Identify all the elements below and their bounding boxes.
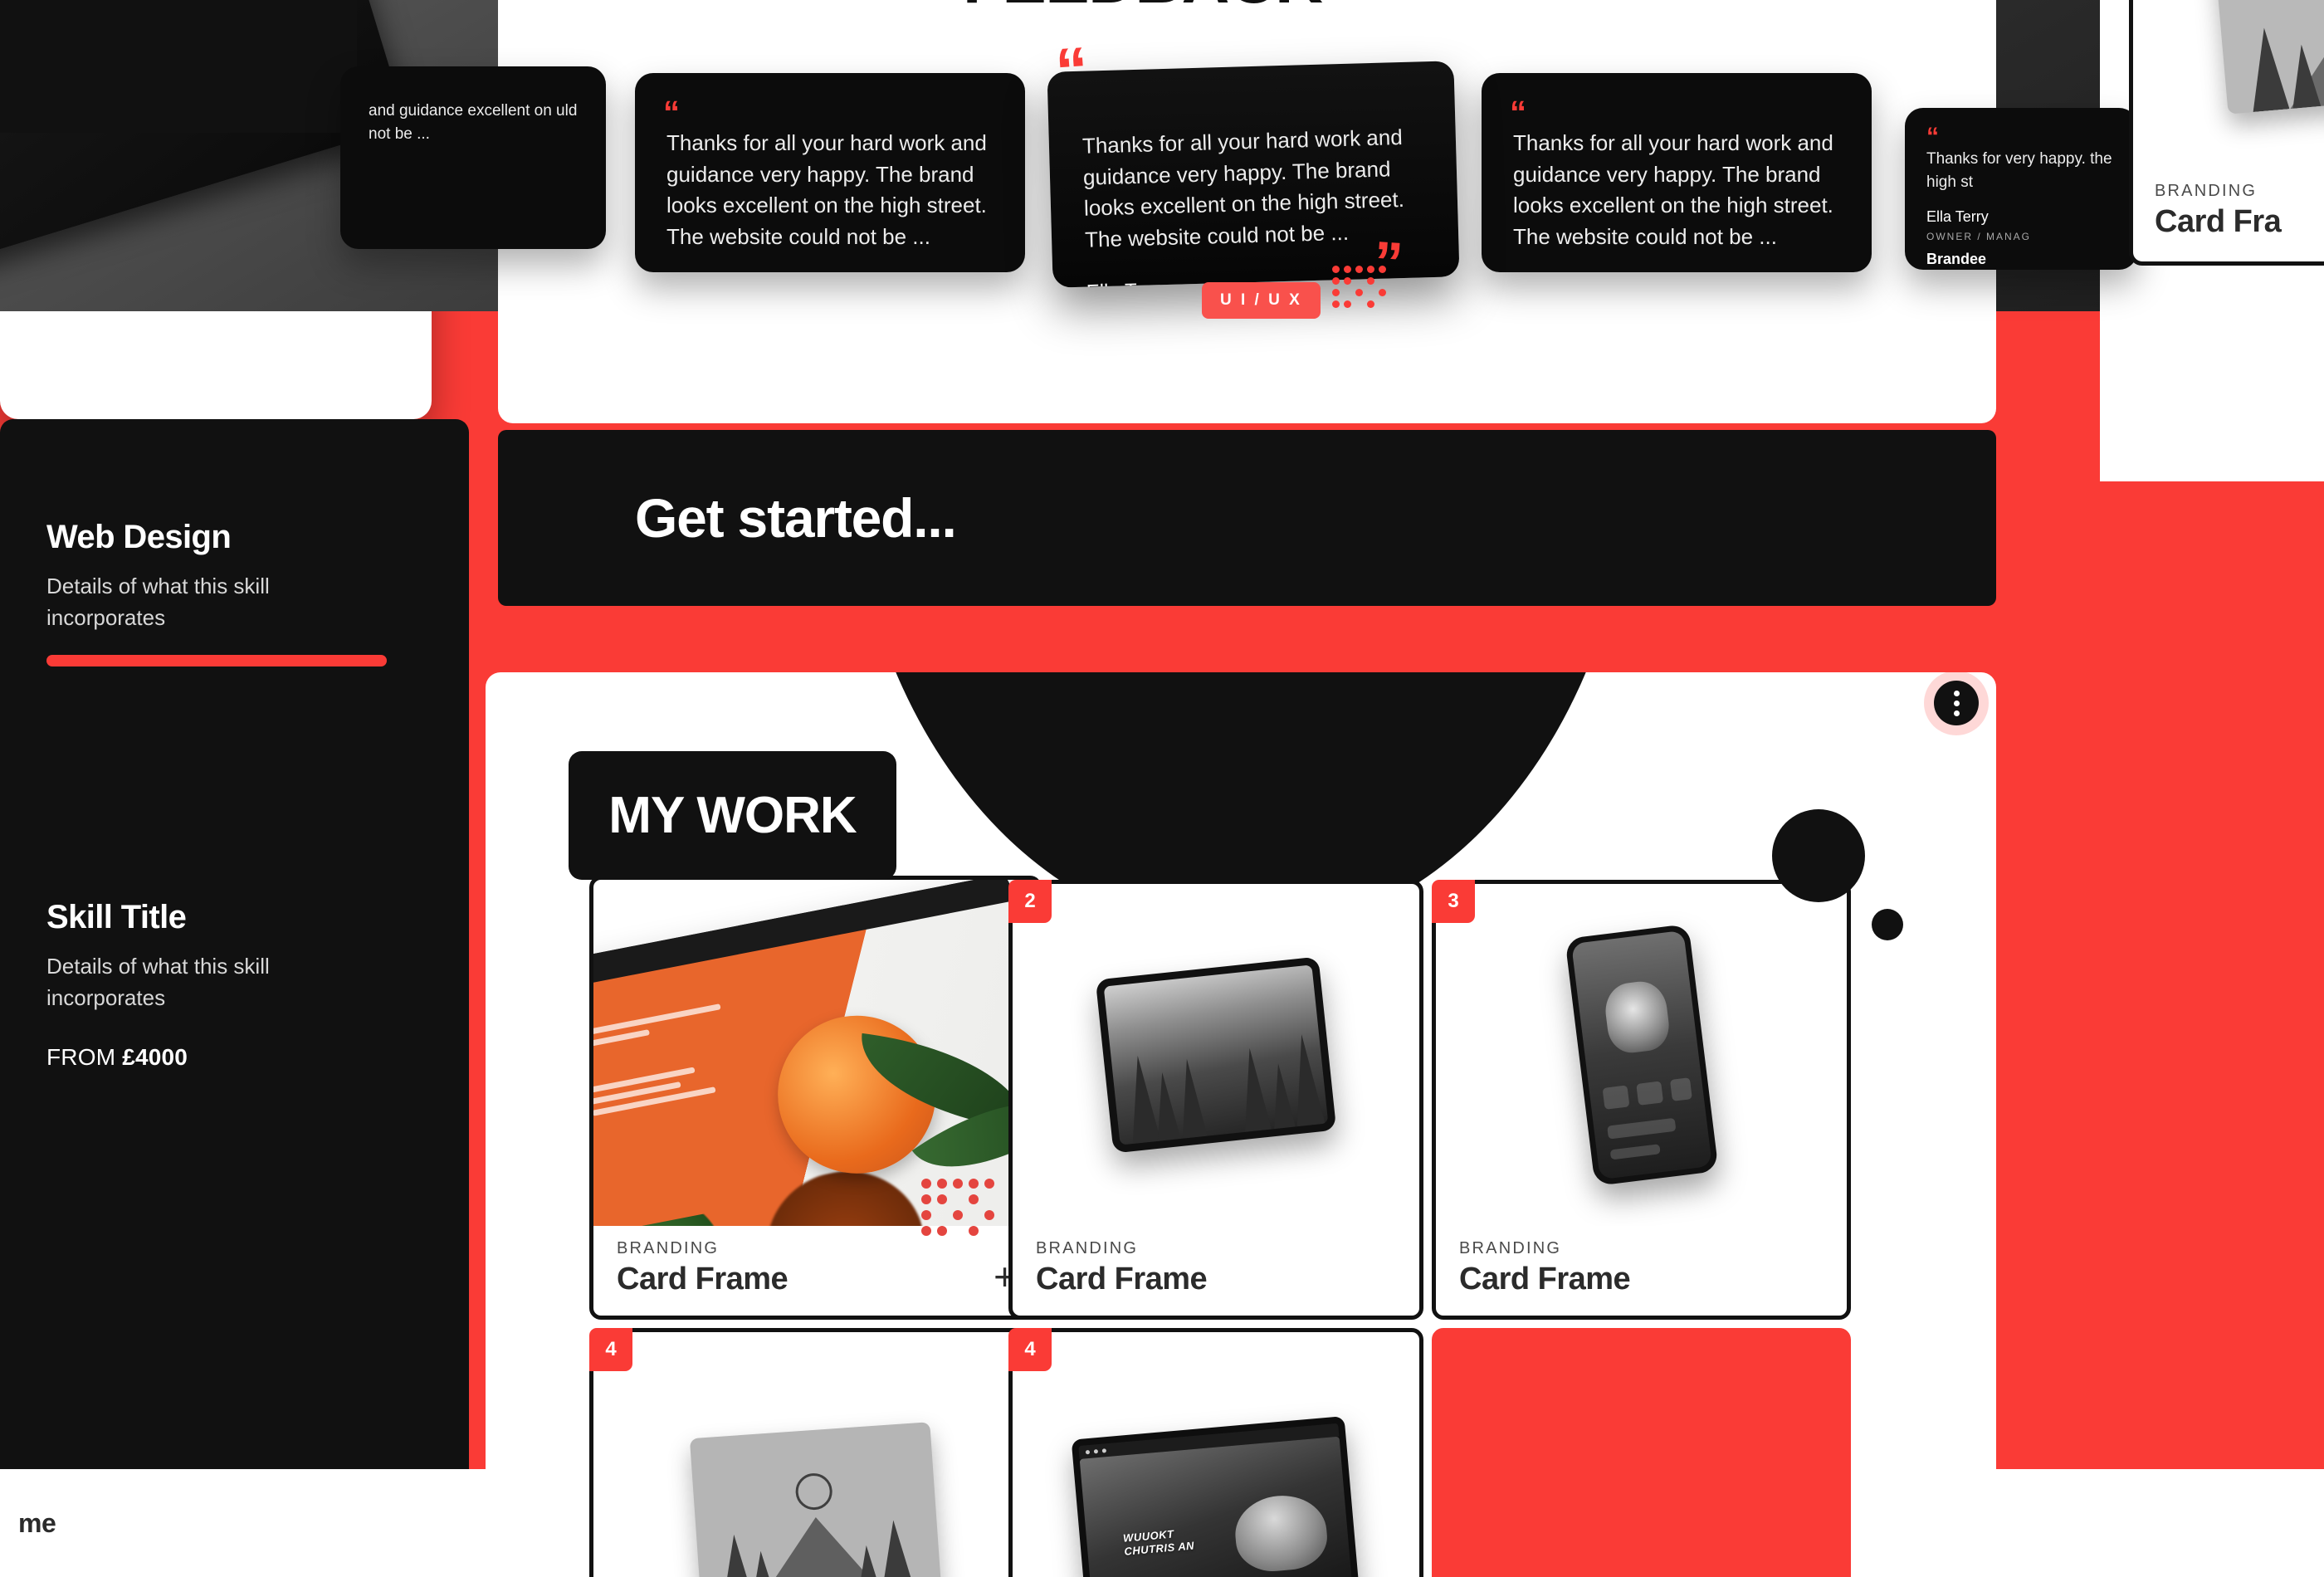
skill-description: Details of what this skill incorporates (46, 574, 270, 630)
testimonial-card[interactable]: “ Thanks for all your hard work and guid… (635, 73, 1025, 272)
three-dots-vertical-icon[interactable] (1934, 681, 1979, 725)
portfolio-card[interactable]: 4 WUUOKT CHUTRIS AN (1008, 1328, 1423, 1577)
portfolio-card-empty[interactable] (1432, 1328, 1851, 1577)
get-started-heading: Get started... (635, 487, 957, 549)
portfolio-title: Card Frame (1036, 1262, 1208, 1296)
testimonial-card[interactable]: “ Thanks for all your hard work and guid… (1482, 73, 1872, 272)
portfolio-kicker: BRANDING (1459, 1239, 1562, 1257)
phone-mockup-game (1564, 923, 1719, 1187)
testimonial-card[interactable]: “ Thanks for very happy. the high st Ell… (1905, 108, 2137, 270)
uiux-badge[interactable]: U I / U X (1202, 282, 1321, 319)
quote-mark-icon: “ (1510, 95, 1526, 131)
testimonial-company: Brandee (1926, 251, 1987, 268)
portfolio-card[interactable]: BRANDING Card Fra (2129, 0, 2324, 266)
circle-decoration-small (1872, 909, 1903, 940)
testimonial-quote: Thanks for very happy. the high st (1926, 150, 2112, 191)
testimonial-role: OWNER / MANAG (1926, 231, 2032, 243)
testimonial-quote: Thanks for all your hard work and guidan… (666, 130, 987, 250)
skill-price: FROM £4000 (46, 1044, 422, 1071)
browser-mockup-organics (593, 880, 1038, 1226)
portfolio-kicker: BRANDING (617, 1239, 720, 1257)
portfolio-card[interactable]: BRANDING Card Frame + (589, 876, 1042, 1320)
portfolio-title: Card Frame (1459, 1262, 1631, 1296)
skill-price-prefix: FROM (46, 1043, 123, 1070)
portfolio-thumbnail (1013, 884, 1419, 1226)
quote-mark-icon: “ (663, 95, 680, 131)
laptop-mockup-restaurant: WUUOKT CHUTRIS AN (1071, 1416, 1361, 1577)
portfolio-thumbnail (593, 1332, 1038, 1577)
portfolio-kicker: BRANDING (1036, 1239, 1139, 1257)
page-root: FEEDBACK ” and guidance excellent on uld… (0, 0, 2324, 1577)
portfolio-number-badge: 4 (589, 1328, 632, 1371)
portfolio-number-badge: 2 (1008, 880, 1052, 923)
quote-mark-icon: ” (1801, 0, 1833, 18)
testimonial-quote: Thanks for all your hard work and guidan… (1513, 130, 1833, 250)
testimonial-name: Ella Terry (1926, 208, 1989, 226)
portfolio-card[interactable]: 3 BRANDING Card Frame (1432, 880, 1851, 1320)
circle-decoration-large (1772, 809, 1865, 902)
quote-mark-icon: “ (1926, 123, 1939, 150)
testimonial-quote: and guidance excellent on uld not be ... (369, 102, 578, 143)
portfolio-kicker: BRANDING (2155, 182, 2258, 200)
skill-progress-bar (46, 655, 387, 667)
my-work-heading: MY WORK (608, 787, 857, 844)
card-mockup-mountain (689, 1421, 942, 1577)
skill-title: Web Design (46, 519, 232, 555)
portfolio-thumbnail (1436, 884, 1847, 1226)
skills-column: Web Design Details of what this skill in… (0, 419, 469, 1577)
feedback-heading: FEEDBACK (963, 0, 1323, 18)
skill-description: Details of what this skill incorporates (46, 954, 270, 1011)
get-started-banner[interactable]: Get started... (498, 430, 1996, 606)
skill-card[interactable]: Web Design Details of what this skill in… (46, 519, 422, 667)
testimonial-quote: Thanks for all your hard work and guidan… (1081, 124, 1405, 252)
portfolio-title: Card Fra (2155, 204, 2282, 239)
my-work-header: MY WORK (569, 751, 896, 880)
portfolio-number-badge: 4 (1008, 1328, 1052, 1371)
card-mockup-mountain (2213, 0, 2324, 115)
portfolio-thumbnail: WUUOKT CHUTRIS AN (1013, 1332, 1419, 1577)
portfolio-card[interactable]: 2 BRANDING Card Frame (1008, 880, 1423, 1320)
skill-card[interactable]: Skill Title Details of what this skill i… (46, 899, 422, 1070)
portfolio-card[interactable]: 4 (589, 1328, 1042, 1577)
skill-price-value: £4000 (122, 1043, 188, 1070)
quote-mark-icon: ” (1371, 229, 1401, 295)
portfolio-title: Card Frame (617, 1262, 788, 1296)
testimonial-card[interactable]: and guidance excellent on uld not be ... (340, 66, 606, 249)
portfolio-number-badge: 3 (1432, 880, 1475, 923)
portfolio-thumbnail (593, 880, 1038, 1226)
tablet-mockup-forest (1095, 956, 1337, 1154)
portfolio-thumbnail (2133, 0, 2324, 154)
skill-title: Skill Title (46, 899, 187, 936)
quote-mark-icon: “ (1052, 32, 1087, 109)
